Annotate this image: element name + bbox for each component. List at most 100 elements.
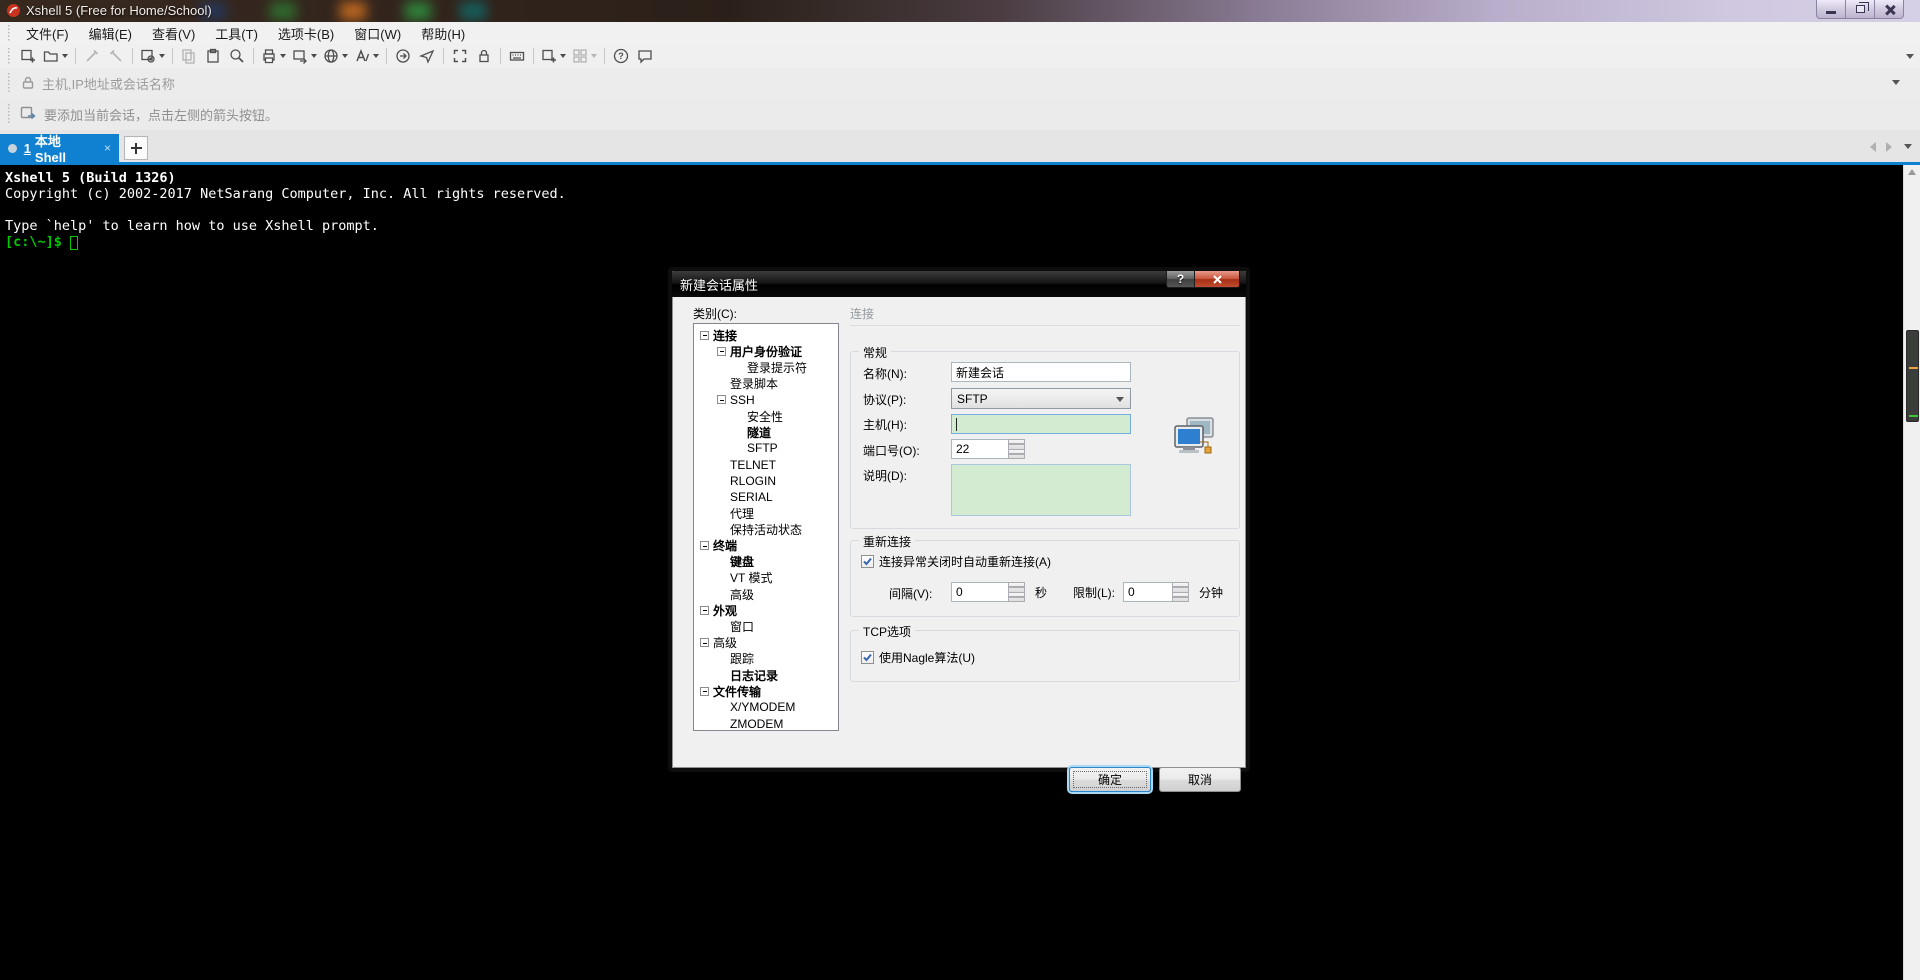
tree-item-8[interactable]: TELNET	[694, 457, 838, 473]
limit-stepper[interactable]	[1172, 582, 1190, 602]
address-input[interactable]: 主机,IP地址或会话名称	[34, 71, 1886, 96]
new-session-properties-dialog: 新建会话属性 ? 类别(C): 连接 用户身份验证 登录提示符 登录脚本 SSH 安全性隧…	[668, 267, 1250, 792]
new-session-icon[interactable]	[16, 45, 40, 67]
help-icon[interactable]: ?	[609, 45, 633, 67]
fullscreen-icon[interactable]	[448, 45, 472, 67]
session-properties-icon[interactable]	[137, 45, 168, 67]
interval-input[interactable]: 0	[951, 582, 1009, 602]
encoding-icon[interactable]	[320, 45, 351, 67]
category-tree[interactable]: 连接 用户身份验证 登录提示符 登录脚本 SSH 安全性 隧道 SFTP TELNET RLOGI…	[693, 323, 839, 731]
scroll-marker-orange	[1909, 367, 1918, 369]
font-icon[interactable]	[351, 45, 382, 67]
new-tab-icon[interactable]	[538, 45, 569, 67]
tree-item-9[interactable]: RLOGIN	[694, 473, 838, 489]
nagle-checkbox[interactable]	[861, 651, 874, 664]
tree-item-19[interactable]: 高级	[694, 635, 838, 651]
scroll-up-icon[interactable]	[1908, 169, 1916, 175]
toolbar-separator	[443, 48, 444, 64]
lock-screen-icon[interactable]	[472, 45, 496, 67]
toolbar-grip[interactable]	[6, 103, 13, 126]
tab-list-icon[interactable]	[1904, 144, 1912, 149]
menu-item-5[interactable]: 窗口(W)	[344, 22, 411, 45]
menu-item-2[interactable]: 查看(V)	[142, 22, 205, 45]
tree-item-15[interactable]: VT 模式	[694, 570, 838, 586]
toolbar-grip[interactable]	[6, 47, 13, 65]
tree-item-18[interactable]: 窗口	[694, 618, 838, 634]
dialog-close-button[interactable]	[1194, 271, 1240, 288]
dialog-title-bar[interactable]: 新建会话属性 ?	[672, 271, 1246, 297]
limit-input[interactable]: 0	[1123, 582, 1174, 602]
tree-item-14[interactable]: 键盘	[694, 554, 838, 570]
tree-item-22[interactable]: 文件传输	[694, 683, 838, 699]
restore-button[interactable]	[1845, 0, 1875, 19]
dialog-help-button[interactable]: ?	[1166, 271, 1195, 288]
reconnect-checkbox[interactable]	[861, 555, 874, 568]
tree-collapse-icon[interactable]	[700, 605, 709, 615]
toolbar-grip[interactable]	[6, 25, 13, 41]
tree-item-6[interactable]: 隧道	[694, 424, 838, 440]
tree-collapse-icon[interactable]	[700, 686, 709, 696]
tree-item-10[interactable]: SERIAL	[694, 489, 838, 505]
xftp-icon[interactable]	[391, 45, 415, 67]
name-input[interactable]: 新建会话	[951, 362, 1131, 382]
host-input[interactable]	[951, 414, 1131, 434]
tree-item-20[interactable]: 跟踪	[694, 651, 838, 667]
toolbar-overflow-icon[interactable]	[1906, 54, 1914, 59]
tree-item-11[interactable]: 代理	[694, 505, 838, 521]
tree-item-0[interactable]: 连接	[694, 327, 838, 343]
tree-collapse-icon[interactable]	[717, 395, 726, 405]
tree-collapse-icon[interactable]	[700, 638, 709, 648]
tree-collapse-icon[interactable]	[700, 330, 709, 340]
address-dropdown-icon[interactable]	[1892, 80, 1900, 85]
tab-scroll-left-icon[interactable]	[1870, 142, 1876, 152]
tab-local-shell[interactable]: 1 本地Shell ×	[0, 134, 119, 165]
toolbar-grip[interactable]	[6, 72, 13, 95]
tab-close-icon[interactable]: ×	[104, 141, 111, 155]
limit-label: 限制(L):	[1073, 585, 1116, 600]
print-icon[interactable]	[258, 45, 289, 67]
minimize-button[interactable]	[1816, 0, 1846, 19]
transfer-icon[interactable]	[289, 45, 320, 67]
tree-item-7[interactable]: SFTP	[694, 440, 838, 456]
tree-item-5[interactable]: 安全性	[694, 408, 838, 424]
tree-item-label: RLOGIN	[730, 473, 777, 488]
tree-item-17[interactable]: 外观	[694, 602, 838, 618]
tree-item-24[interactable]: ZMODEM	[694, 716, 838, 730]
tree-item-1[interactable]: 用户身份验证	[694, 343, 838, 359]
tree-item-2[interactable]: 登录提示符	[694, 359, 838, 375]
tree-item-21[interactable]: 日志记录	[694, 667, 838, 683]
menu-item-4[interactable]: 选项卡(B)	[268, 22, 344, 45]
open-session-icon[interactable]	[40, 45, 71, 67]
tree-item-23[interactable]: X/YMODEM	[694, 699, 838, 715]
menu-item-3[interactable]: 工具(T)	[205, 22, 268, 45]
close-button[interactable]	[1874, 0, 1904, 19]
paste-icon[interactable]	[201, 45, 225, 67]
tree-item-16[interactable]: 高级	[694, 586, 838, 602]
add-session-icon[interactable]	[20, 106, 36, 123]
tree-item-13[interactable]: 终端	[694, 537, 838, 553]
port-stepper[interactable]	[1008, 439, 1025, 459]
tab-scroll-right-icon[interactable]	[1886, 142, 1892, 152]
feedback-icon[interactable]	[633, 45, 657, 67]
interval-stepper[interactable]	[1008, 582, 1025, 602]
keyboard-icon[interactable]	[505, 45, 529, 67]
scrollbar-thumb[interactable]	[1906, 330, 1919, 422]
tree-collapse-icon[interactable]	[700, 541, 709, 551]
menu-item-0[interactable]: 文件(F)	[16, 22, 79, 45]
menu-item-6[interactable]: 帮助(H)	[411, 22, 475, 45]
terminal-scrollbar[interactable]	[1903, 165, 1920, 980]
find-icon[interactable]	[225, 45, 249, 67]
tab-status-icon	[8, 143, 17, 153]
description-input[interactable]	[951, 464, 1131, 516]
xagent-icon[interactable]	[415, 45, 439, 67]
protocol-select[interactable]: SFTP	[951, 388, 1131, 409]
cancel-button[interactable]: 取消	[1159, 767, 1241, 792]
port-input[interactable]: 22	[951, 439, 1009, 459]
tree-item-12[interactable]: 保持活动状态	[694, 521, 838, 537]
menu-item-1[interactable]: 编辑(E)	[79, 22, 142, 45]
tree-collapse-icon[interactable]	[717, 346, 726, 356]
ok-button[interactable]: 确定	[1069, 767, 1151, 792]
new-tab-button[interactable]	[124, 136, 148, 160]
tree-item-4[interactable]: SSH	[694, 392, 838, 408]
tree-item-3[interactable]: 登录脚本	[694, 376, 838, 392]
